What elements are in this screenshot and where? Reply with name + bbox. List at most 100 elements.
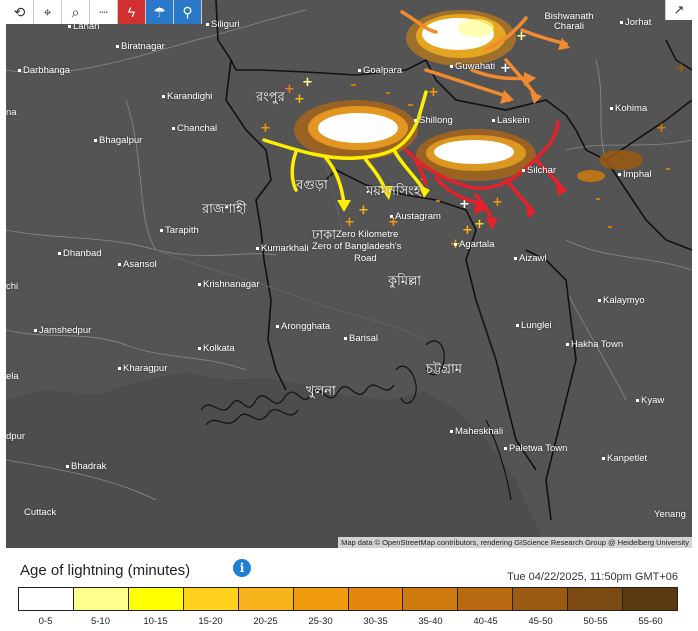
lightning-cluster-shillong (294, 100, 418, 160)
city-label: Bishwanath Charali (544, 11, 594, 32)
city-label: Siliguri (206, 20, 240, 30)
map-base-layer: + + + + + + + + + + + + + + + + + (6, 0, 692, 548)
city-label: Biratnagar (116, 42, 165, 52)
svg-text:+: + (656, 121, 667, 136)
city-label: Kharagpur (118, 364, 167, 374)
legend-swatch-label: 15-20 (198, 616, 223, 627)
legend-swatch (128, 588, 184, 610)
measure-icon[interactable]: ┈ (90, 0, 118, 24)
map-toolbar: ⟲ ⌖ ⌕ ┈ ϟ ☂ ⚲ (6, 0, 202, 24)
svg-text:+: + (260, 121, 271, 136)
color-scale-labels: 0-5 5-10 10-15 15-20 20-25 25-30 30-35 35-40 40-… (18, 616, 678, 627)
legend-swatch (623, 588, 678, 610)
city-label: Laskein (492, 116, 530, 126)
city-label: Barisal (344, 334, 378, 344)
region-label: বগুড়া (296, 177, 328, 192)
city-label: na (6, 107, 17, 118)
city-label: Zero Kilometre (336, 229, 399, 240)
city-label: Kohima (610, 104, 647, 114)
legend-swatch (293, 588, 349, 610)
legend-swatch (458, 588, 514, 610)
legend-swatch-label: 10-15 (143, 616, 168, 627)
city-label: Chanchal (172, 124, 217, 134)
refresh-icon[interactable]: ⟲ (6, 0, 34, 24)
legend-swatch-label: 35-40 (418, 616, 443, 627)
city-label: Kolkata (198, 344, 235, 354)
color-scale (18, 587, 678, 611)
city-label: Kanpetlet (602, 454, 647, 464)
city-label: Kyaw (636, 396, 664, 406)
timestamp: Tue 04/22/2025, 11:50pm GMT+06 (507, 571, 678, 583)
city-label: Asansol (118, 260, 157, 270)
city-label: Bhagalpur (94, 136, 142, 146)
svg-text:+: + (492, 195, 503, 210)
region-label: ঢাকা (312, 227, 336, 242)
weather-icon[interactable]: ☂ (146, 0, 174, 24)
city-label: Darbhanga (18, 66, 70, 76)
legend-swatch (403, 588, 459, 610)
lightning-icon[interactable]: ϟ (118, 0, 146, 24)
city-label: Hakha Town (566, 340, 623, 350)
city-label: Aizawl (514, 254, 546, 264)
city-label: Kalaymyo (598, 296, 645, 306)
share-icon[interactable]: ↗ (665, 0, 692, 20)
city-label: Paletwa Town (504, 444, 567, 454)
legend-swatch-label: 50-55 (583, 616, 608, 627)
svg-text:+: + (294, 92, 305, 107)
city-label: Guwahati (450, 62, 495, 72)
region-label: খুলনা (306, 383, 336, 398)
legend-swatch (513, 588, 569, 610)
region-label: ময়মনসিংহ (366, 183, 421, 198)
legend-swatch-label: 30-35 (363, 616, 388, 627)
city-label: Austagram (390, 212, 441, 222)
legend-swatch-label: 40-45 (473, 616, 498, 627)
city-label: Jamshedpur (34, 326, 91, 336)
legend-swatch (348, 588, 404, 610)
svg-text:+: + (462, 223, 473, 238)
city-label: Yenang (654, 509, 686, 520)
legend-swatch-label: 5-10 (90, 616, 110, 627)
city-label: Cuttack (24, 507, 57, 518)
city-label: Maheskhali (450, 427, 503, 437)
city-label: Silchar (522, 166, 556, 176)
svg-text:+: + (428, 85, 439, 100)
city-label: Krishnanagar (198, 280, 260, 290)
svg-text:+: + (676, 61, 687, 76)
location-icon[interactable]: ⌖ (34, 0, 62, 24)
svg-text:+: + (474, 217, 485, 232)
legend-swatch (238, 588, 294, 610)
svg-text:+: + (358, 203, 369, 218)
info-icon[interactable]: i (233, 559, 251, 577)
city-label: Imphal (618, 170, 652, 180)
city-label: dpur (6, 431, 26, 442)
city-label: Goalpara (358, 66, 402, 76)
city-label: Kumarkhali (256, 244, 309, 254)
legend-swatch-label: 45-50 (528, 616, 553, 627)
legend-title: Age of lightning (minutes) (20, 562, 191, 579)
legend-swatch-label: 20-25 (253, 616, 278, 627)
legend-swatch (183, 588, 239, 610)
city-label: Arongghata (276, 322, 330, 332)
city-label: ela (6, 371, 19, 382)
legend-swatch (19, 588, 74, 610)
city-label: Agartala (454, 240, 494, 250)
legend-swatch (73, 588, 129, 610)
region-label: চট্টগ্রাম (426, 361, 462, 376)
zoom-icon[interactable]: ⌕ (62, 0, 90, 24)
region-label: কুমিল্লা (388, 273, 422, 288)
legend-swatch-label: 25-30 (308, 616, 333, 627)
city-label: chi (6, 281, 19, 292)
map-attribution[interactable]: Map data © OpenStreetMap contributors, r… (338, 537, 692, 548)
city-label: Tarapith (160, 226, 199, 236)
bike-icon[interactable]: ⚲ (174, 0, 202, 24)
city-label: Jorhat (620, 18, 651, 28)
city-label: Dhanbad (58, 249, 102, 259)
svg-text:+: + (344, 215, 355, 230)
lightning-cluster-guwahati (406, 10, 516, 66)
lightning-map[interactable]: + + + + + + + + + + + + + + + + + (6, 0, 692, 548)
city-label: Road (354, 253, 377, 264)
svg-text:+: + (302, 75, 313, 90)
region-label: রাজশাহী (202, 201, 247, 216)
city-label: Karandighi (162, 92, 212, 102)
city-label: Shillong (414, 116, 453, 126)
